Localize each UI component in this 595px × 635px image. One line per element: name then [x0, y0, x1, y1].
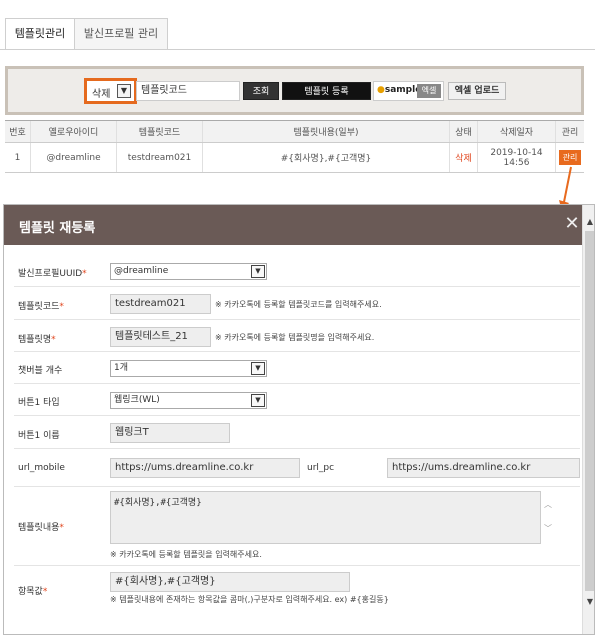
modal-scrollbar[interactable]: ▲ ▼: [582, 205, 594, 634]
manage-button[interactable]: 관리: [559, 150, 581, 165]
row-name: 템플릿명* 템플릿테스트_21 ※ 카카오톡에 등록할 템플릿명을 입력해주세요…: [14, 320, 580, 352]
name-label: 템플릿명*: [18, 335, 56, 345]
header-yellow-id: 옐로우아이디: [31, 121, 117, 142]
name-hint: ※ 카카오톡에 등록할 템플릿명을 입력해주세요.: [215, 333, 375, 342]
row-code: 템플릿코드* testdream021 ※ 카카오톡에 등록할 템플릿코드를 입…: [14, 287, 580, 320]
close-icon[interactable]: ✕: [564, 215, 580, 233]
sample-download[interactable]: ●sample 엑셀: [373, 81, 444, 101]
row-content: 템플릿내용* #{회사명},#{고객명} ︿ ﹀ ※ 카카오톡에 등록할 템플릿…: [14, 487, 580, 566]
chevron-down-icon[interactable]: ▼: [117, 84, 131, 98]
sample-label: ●sample: [377, 85, 422, 95]
tab-sender-profile-management[interactable]: 발신프로필 관리: [74, 18, 168, 50]
button1-name-input[interactable]: 웹링크T: [110, 423, 230, 443]
header-no: 번호: [5, 121, 31, 142]
filter-bar: 삭제 ▼ 템플릿코드 조회 템플릿 등록 ●sample 엑셀 엑셀 업로드: [5, 66, 584, 115]
code-input[interactable]: testdream021: [110, 294, 211, 314]
search-button[interactable]: 조회: [243, 82, 279, 100]
items-hint: ※ 템플릿내용에 존재하는 항목값을 콤마(,)구분자로 입력해주세요. ex)…: [110, 595, 389, 604]
table-header: 번호 옐로우아이디 템플릿코드 템플릿내용(일부) 상태 삭제일자 관리: [5, 121, 584, 143]
url-pc-label: url_pc: [307, 463, 335, 473]
chevron-up-icon[interactable]: ︿: [542, 499, 554, 511]
button1-type-label: 버튼1 타입: [18, 398, 60, 408]
button1-name-label: 버튼1 이름: [18, 431, 60, 441]
items-input[interactable]: #{회사명},#{고객명}: [110, 572, 350, 592]
scroll-down-icon[interactable]: ▼: [585, 597, 594, 607]
register-template-button[interactable]: 템플릿 등록: [282, 82, 371, 100]
row-items: 항목값* #{회사명},#{고객명} ※ 템플릿내용에 존재하는 항목값을 콤마…: [14, 566, 580, 616]
re-register-modal: 템플릿 재등록 ✕ ▲ ▼ 발신프로필UUID* @dreamline ▼ 템플릿…: [3, 204, 595, 635]
tab-bar: 템플릿관리 발신프로필 관리: [0, 0, 595, 50]
header-deleted-date: 삭제일자: [478, 121, 556, 142]
scroll-up-icon[interactable]: ▲: [585, 217, 594, 227]
header-status: 상태: [450, 121, 478, 142]
chevron-down-icon[interactable]: ▼: [251, 265, 265, 278]
profile-label: 발신프로필UUID*: [18, 269, 87, 279]
modal-title: 템플릿 재등록: [19, 221, 96, 236]
chevron-down-icon[interactable]: ▼: [251, 362, 265, 375]
excel-button[interactable]: 엑셀: [417, 84, 441, 98]
search-input[interactable]: 템플릿코드: [136, 81, 240, 101]
name-input[interactable]: 템플릿테스트_21: [110, 327, 211, 347]
scroll-thumb[interactable]: [585, 231, 594, 591]
chevron-down-icon[interactable]: ﹀: [542, 523, 554, 535]
status-select-value: 삭제: [92, 89, 111, 100]
header-content: 템플릿내용(일부): [203, 121, 450, 142]
code-label: 템플릿코드*: [18, 302, 64, 312]
row-button1-type: 버튼1 타입 웹링크(WL) ▼: [14, 384, 580, 416]
row-profile: 발신프로필UUID* @dreamline ▼: [14, 255, 580, 287]
profile-select[interactable]: @dreamline ▼: [110, 263, 267, 280]
cell-deleted-date: 2019-10-14 14:56: [478, 143, 556, 172]
tab-baseline: [0, 49, 595, 50]
header-manage: 관리: [561, 128, 579, 138]
cell-no: 1: [5, 143, 31, 172]
cell-status: 삭제: [450, 143, 478, 172]
url-mobile-label: url_mobile: [18, 463, 65, 473]
content-textarea[interactable]: #{회사명},#{고객명}: [110, 491, 541, 544]
row-button-count: 챗버블 개수 1개 ▼: [14, 352, 580, 384]
tab-template-management[interactable]: 템플릿관리: [5, 18, 75, 50]
sample-icon: ●: [377, 85, 385, 95]
content-label: 템플릿내용*: [18, 523, 64, 533]
url-mobile-input[interactable]: https://ums.dreamline.co.kr: [110, 458, 300, 478]
table-row[interactable]: 1 @dreamline testdream021 #{회사명},#{고객명} …: [5, 143, 584, 173]
url-pc-input[interactable]: https://ums.dreamline.co.kr: [387, 458, 580, 478]
cell-manage: 관리: [556, 143, 584, 172]
status-select[interactable]: 삭제 ▼: [84, 78, 137, 104]
header-code: 템플릿코드: [117, 121, 203, 142]
cell-yellow-id: @dreamline: [31, 143, 117, 172]
button1-type-select[interactable]: 웹링크(WL) ▼: [110, 392, 267, 409]
cell-content: #{회사명},#{고객명}: [203, 143, 450, 172]
modal-header: 템플릿 재등록 ✕: [4, 205, 582, 245]
content-hint: ※ 카카오톡에 등록할 템플릿을 입력해주세요.: [110, 550, 262, 559]
row-urls: url_mobile https://ums.dreamline.co.kr u…: [14, 449, 580, 487]
chevron-down-icon[interactable]: ▼: [251, 394, 265, 407]
cell-code: testdream021: [117, 143, 203, 172]
template-table: 번호 옐로우아이디 템플릿코드 템플릿내용(일부) 상태 삭제일자 관리 1 @…: [5, 120, 584, 173]
button-count-label: 챗버블 개수: [18, 366, 63, 376]
button-count-select[interactable]: 1개 ▼: [110, 360, 267, 377]
items-label: 항목값*: [18, 587, 48, 597]
excel-upload-button[interactable]: 엑셀 업로드: [448, 82, 506, 100]
row-button1-name: 버튼1 이름 웹링크T: [14, 416, 580, 449]
code-hint: ※ 카카오톡에 등록할 템플릿코드를 입력해주세요.: [215, 300, 382, 309]
